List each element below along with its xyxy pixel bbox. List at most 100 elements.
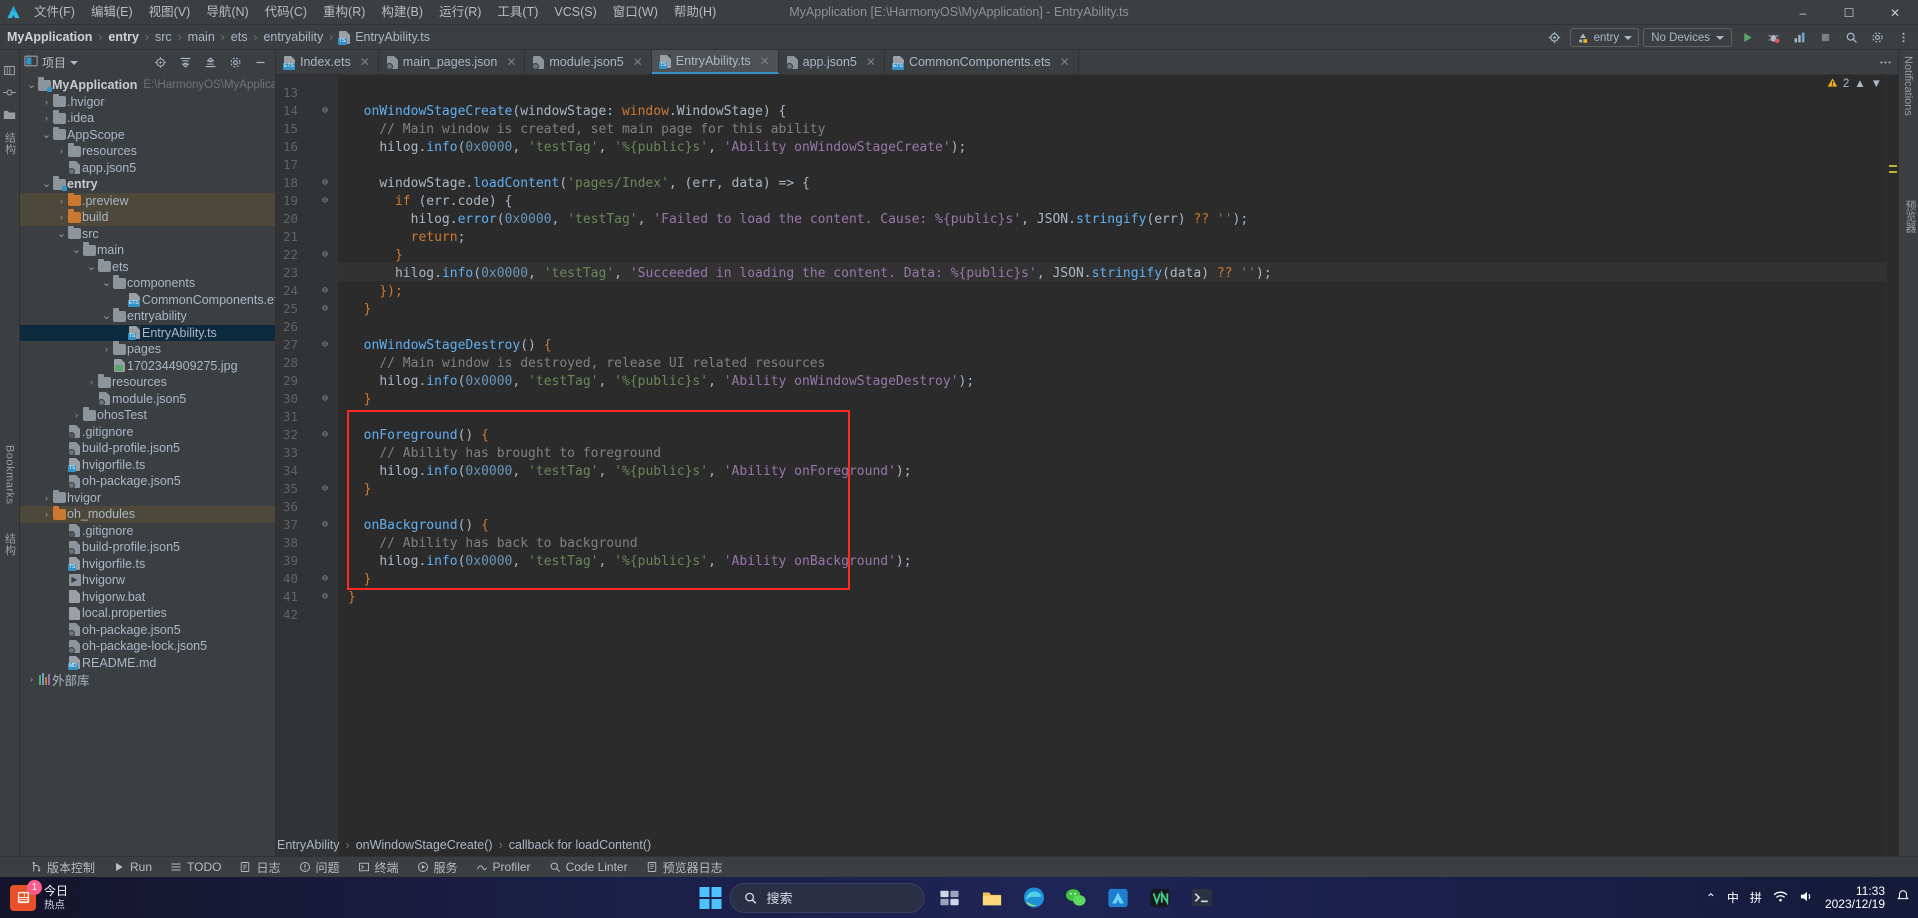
fold-toggle-icon[interactable]: ⊖	[322, 177, 328, 188]
fold-toggle-icon[interactable]: ⊖	[322, 195, 328, 206]
menu-item-3[interactable]: 导航(N)	[198, 0, 256, 25]
editor-tab-commoncomponents-ets[interactable]: ETS CommonComponents.ets ✕	[885, 50, 1079, 74]
menu-item-8[interactable]: 工具(T)	[489, 0, 546, 25]
expand-arrow-icon[interactable]: ⌄	[41, 179, 52, 190]
editor-breadcrumb-item-2[interactable]: callback for loadContent()	[509, 838, 651, 852]
expand-arrow-icon[interactable]: ›	[56, 212, 67, 222]
minimize-button[interactable]: –	[1780, 0, 1826, 25]
bookmarks-label[interactable]: Bookmarks	[4, 445, 16, 505]
menu-item-5[interactable]: 重构(R)	[315, 0, 373, 25]
wechat-icon[interactable]	[1059, 883, 1093, 913]
settings-icon[interactable]	[1866, 27, 1888, 49]
tree-node-module-json5[interactable]: module.json5	[20, 391, 275, 408]
fold-toggle-icon[interactable]: ⊖	[322, 303, 328, 314]
taskbar-search[interactable]: 搜索	[729, 882, 925, 913]
taskbar-clock[interactable]: 11:33 2023/12/19	[1825, 884, 1885, 911]
tree-node-hvigor[interactable]: › hvigor	[20, 489, 275, 507]
close-tab-icon[interactable]: ✕	[760, 54, 770, 68]
tray-chevron-icon[interactable]: ⌃	[1706, 891, 1716, 905]
more-options-icon[interactable]	[1892, 27, 1914, 49]
tool-window--[interactable]: 终端	[350, 857, 407, 878]
target-locate-icon[interactable]	[1544, 27, 1566, 49]
breadcrumb-item-6[interactable]: EntryAbility.ts	[355, 30, 430, 44]
fold-toggle-icon[interactable]: ⊖	[322, 591, 328, 602]
weather-widget[interactable]: 今日 热点	[44, 884, 68, 912]
collapse-all-icon[interactable]	[199, 52, 221, 74]
breadcrumb-item-2[interactable]: src	[155, 30, 172, 44]
expand-arrow-icon[interactable]: ›	[26, 674, 37, 684]
tree-node-myapplication[interactable]: ⌄ MyApplication E:\HarmonyOS\MyApplicatio	[20, 77, 275, 94]
editor-tab-module-json5[interactable]: module.json5 ✕	[525, 50, 652, 74]
expand-arrow-icon[interactable]: ›	[56, 146, 67, 156]
expand-arrow-icon[interactable]: ⌄	[101, 311, 112, 322]
tree-node--[interactable]: › 外部库	[20, 671, 275, 688]
close-tab-icon[interactable]: ✕	[506, 55, 516, 69]
device-selector[interactable]: No Devices	[1643, 28, 1732, 47]
profile-button[interactable]	[1788, 27, 1810, 49]
tool-window-todo[interactable]: TODO	[162, 857, 229, 878]
tool-window-code-linter[interactable]: Code Linter	[541, 857, 636, 878]
tree-node-build[interactable]: › build	[20, 209, 275, 226]
expand-arrow-icon[interactable]: ›	[41, 97, 52, 107]
breadcrumb-item-1[interactable]: entry	[108, 30, 139, 44]
tree-node-ets[interactable]: ⌄ ets	[20, 258, 275, 276]
menu-item-10[interactable]: 窗口(W)	[605, 0, 666, 25]
tree-node-oh-modules[interactable]: › oh_modules	[20, 506, 275, 523]
structure-label-2[interactable]: 结构	[2, 533, 18, 556]
file-explorer-icon[interactable]	[975, 883, 1009, 913]
tree-node-resources[interactable]: › resources	[20, 374, 275, 391]
tree-node-main[interactable]: ⌄ main	[20, 242, 275, 259]
previewer-label[interactable]: 预览器	[1902, 200, 1918, 233]
tree-node-1702344909275-jpg[interactable]: 1702344909275.jpg	[20, 358, 275, 375]
expand-arrow-icon[interactable]: ›	[41, 493, 52, 503]
expand-arrow-icon[interactable]: ⌄	[56, 228, 67, 239]
tree-node-appscope[interactable]: ⌄ AppScope	[20, 126, 275, 144]
editor-tab-main-pages-json[interactable]: main_pages.json ✕	[379, 50, 526, 74]
locate-icon[interactable]	[149, 52, 171, 74]
notification-icon[interactable]	[1896, 889, 1910, 906]
tree-node-build-profile-json5[interactable]: build-profile.json5	[20, 539, 275, 556]
stop-button[interactable]	[1814, 27, 1836, 49]
chevron-up-icon[interactable]: ▲	[1854, 78, 1865, 90]
fold-toggle-icon[interactable]: ⊖	[322, 519, 328, 530]
editor-tab-entryability-ts[interactable]: TS EntryAbility.ts ✕	[651, 50, 779, 74]
structure-label[interactable]: 结构	[2, 132, 18, 155]
tree-node-commoncomponents-ets[interactable]: ETS CommonComponents.ets	[20, 292, 275, 309]
tree-node--gitignore[interactable]: .gitignore	[20, 424, 275, 441]
close-tab-icon[interactable]: ✕	[633, 55, 643, 69]
expand-arrow-icon[interactable]: ›	[71, 410, 82, 420]
tree-node-hvigorw-bat[interactable]: hvigorw.bat	[20, 589, 275, 606]
menu-item-9[interactable]: VCS(S)	[546, 0, 604, 25]
menu-item-1[interactable]: 编辑(E)	[83, 0, 141, 25]
code-text[interactable]: onWindowStageCreate(windowStage: window.…	[338, 75, 1886, 856]
tree-node-build-profile-json5[interactable]: build-profile.json5	[20, 440, 275, 457]
ime-mode-indicator[interactable]: 拼	[1750, 889, 1762, 906]
chevron-down-icon[interactable]	[70, 60, 79, 65]
code-editor[interactable]: 13 14 ⊖ 15 16 17 18 ⊖ 19 ⊖ 20 21 22 ⊖ 23 24 ⊖ 25 ⊖ 26 27 ⊖ 28 2…	[276, 75, 1898, 856]
tree-node-components[interactable]: ⌄ components	[20, 275, 275, 292]
tree-node--preview[interactable]: › .preview	[20, 192, 275, 209]
breadcrumb-item-0[interactable]: MyApplication	[7, 30, 92, 44]
folder-icon[interactable]	[2, 106, 18, 122]
close-button[interactable]: ✕	[1872, 0, 1918, 25]
tree-node-entryability-ts[interactable]: TS EntryAbility.ts	[20, 324, 275, 341]
menu-item-2[interactable]: 视图(V)	[141, 0, 199, 25]
vn-app-icon[interactable]	[1143, 883, 1177, 913]
taskbar-widget[interactable]: 1 今日 热点	[0, 879, 300, 912]
tree-node-hvigorfile-ts[interactable]: TS hvigorfile.ts	[20, 457, 275, 474]
menu-item-4[interactable]: 代码(C)	[257, 0, 315, 25]
news-widget-icon[interactable]: 1	[10, 879, 42, 911]
expand-arrow-icon[interactable]: ⌄	[41, 129, 52, 140]
tree-node-resources[interactable]: › resources	[20, 143, 275, 160]
tree-node-app-json5[interactable]: app.json5	[20, 160, 275, 177]
edge-browser-icon[interactable]	[1017, 883, 1051, 913]
expand-arrow-icon[interactable]: ›	[86, 377, 97, 387]
close-tab-icon[interactable]: ✕	[1060, 55, 1070, 69]
tree-node-oh-package-lock-json5[interactable]: oh-package-lock.json5	[20, 638, 275, 655]
tool-window--[interactable]: 版本控制	[22, 857, 103, 878]
tree-node-oh-package-json5[interactable]: oh-package.json5	[20, 473, 275, 490]
debug-button[interactable]	[1762, 27, 1784, 49]
devecostudio-icon[interactable]	[1101, 883, 1135, 913]
tool-window--[interactable]: 预览器日志	[638, 857, 731, 878]
tool-window--[interactable]: 日志	[231, 857, 288, 878]
